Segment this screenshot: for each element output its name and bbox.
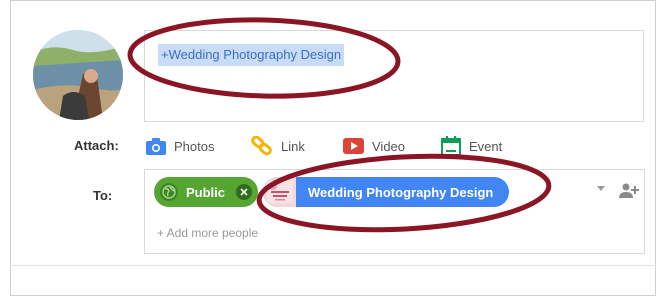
link-icon [251,136,273,156]
attach-event-label: Event [469,138,503,154]
add-person-icon[interactable] [619,183,639,204]
attach-link-button[interactable]: Link [251,134,305,158]
attach-video-label: Video [372,138,406,154]
to-label: To: [93,188,113,203]
attach-label: Attach: [74,138,119,153]
mention-tag[interactable]: +Wedding Photography Design [158,44,345,66]
add-more-people-input[interactable]: + Add more people [157,226,258,240]
globe-icon [160,183,178,201]
video-icon [343,138,364,154]
page-chip[interactable]: Wedding Photography Design [263,177,509,207]
attach-photos-label: Photos [174,138,215,154]
avatar[interactable] [33,30,123,120]
attach-link-label: Link [281,138,305,154]
public-chip[interactable]: Public [154,177,258,207]
chevron-down-icon[interactable] [597,186,605,191]
attach-photos-button[interactable]: Photos [146,134,214,158]
public-chip-label: Public [186,184,226,200]
attach-event-button[interactable]: Event [441,134,502,158]
calendar-icon [441,136,461,156]
attach-video-button[interactable]: Video [343,134,405,158]
remove-public-icon[interactable] [236,184,252,200]
camera-icon [146,137,166,155]
page-thumbnail [263,177,296,207]
page-chip-label: Wedding Photography Design [308,184,494,200]
panel-divider [10,265,656,266]
